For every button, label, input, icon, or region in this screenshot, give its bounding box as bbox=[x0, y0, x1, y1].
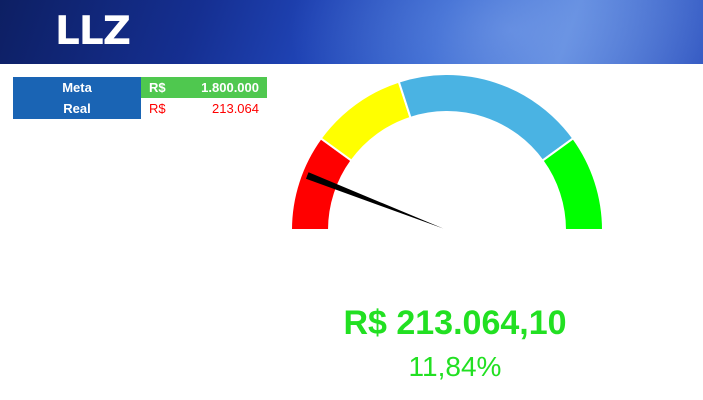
kpi-table: Meta R$ 1.800.000 Real R$ 213.064 bbox=[13, 77, 267, 119]
meta-currency: R$ bbox=[141, 77, 183, 98]
table-row-real: Real R$ 213.064 bbox=[13, 98, 267, 119]
header-banner: LLZ bbox=[0, 0, 703, 64]
real-currency: R$ bbox=[141, 98, 183, 119]
banner-decoration bbox=[250, 0, 703, 64]
gauge-band-yellow bbox=[319, 80, 412, 163]
meta-label: Meta bbox=[13, 77, 141, 98]
result-amount: R$ 213.064,10 bbox=[343, 304, 567, 342]
progress-gauge bbox=[289, 73, 605, 231]
meta-value: 1.800.000 bbox=[183, 77, 267, 98]
gauge-band-blue bbox=[397, 73, 575, 163]
result-percent: 11,84% bbox=[408, 351, 502, 382]
table-row-meta: Meta R$ 1.800.000 bbox=[13, 77, 267, 98]
real-label: Real bbox=[13, 98, 141, 119]
llz-logo: LLZ bbox=[55, 9, 131, 54]
real-value: 213.064 bbox=[183, 98, 267, 119]
